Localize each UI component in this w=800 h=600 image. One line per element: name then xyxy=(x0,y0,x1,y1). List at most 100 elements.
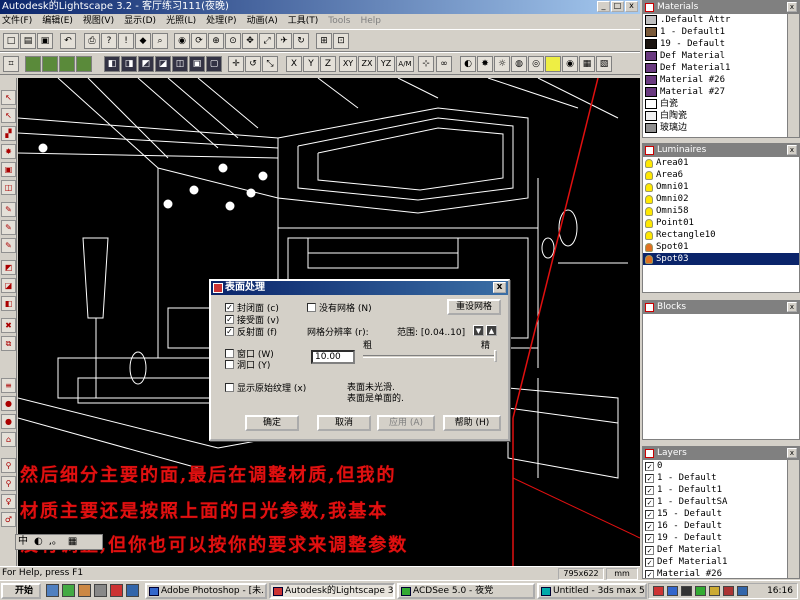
menu-view[interactable]: 视图(V) xyxy=(83,14,114,29)
select-light-icon[interactable]: ✸ xyxy=(1,144,16,159)
figure-icon[interactable]: ♀ xyxy=(1,494,16,509)
layer-item[interactable]: ✓ 1 - Default1 xyxy=(643,484,799,496)
layer-visible-checkbox[interactable]: ✓ xyxy=(645,473,654,483)
undo-icon[interactable]: ↶ xyxy=(60,33,76,49)
no-mesh-checkbox[interactable]: 没有网格 (N) xyxy=(307,301,372,314)
reset-mesh-button[interactable]: 重设网格 xyxy=(447,299,501,315)
layer-visible-checkbox[interactable]: ✓ xyxy=(645,557,654,567)
ime-keyboard-icon[interactable]: ▦ xyxy=(68,535,77,549)
isolate-icon[interactable]: ◧ xyxy=(1,296,16,311)
luminaire-item[interactable]: Omni02 xyxy=(643,193,799,205)
layer-item[interactable]: ✓ 0 xyxy=(643,460,799,472)
orbit-icon[interactable]: ⟳ xyxy=(191,33,207,49)
task-3dsmax[interactable]: Untitled - 3ds max 5 - Sta... xyxy=(537,583,647,599)
zoom-extents-icon[interactable]: ⊞ xyxy=(316,33,332,49)
spin-up-button[interactable]: ▲ xyxy=(486,325,497,336)
save-icon[interactable]: ▣ xyxy=(37,33,53,49)
quicklaunch-ie-icon[interactable] xyxy=(46,584,59,597)
tray-ime-icon[interactable] xyxy=(723,586,734,596)
maximize-button[interactable]: □ xyxy=(611,1,624,12)
ime-lang[interactable]: 中 xyxy=(18,535,28,549)
start-button[interactable]: 开始 xyxy=(1,583,41,599)
quicklaunch-desktop-icon[interactable] xyxy=(62,584,75,597)
solid-icon[interactable] xyxy=(42,56,58,72)
checkbox-unchecked[interactable] xyxy=(225,349,234,358)
axis-zx-button[interactable]: ZX xyxy=(358,56,376,72)
checkbox-unchecked[interactable] xyxy=(307,303,316,312)
layer-visible-checkbox[interactable]: ✓ xyxy=(645,533,654,543)
quicklaunch-folder-icon[interactable] xyxy=(94,584,107,597)
apply-button[interactable]: 应用 (A) xyxy=(377,415,435,431)
cube-view-5-icon[interactable]: ◫ xyxy=(172,56,188,72)
edit-icon[interactable]: ✎ xyxy=(1,202,16,217)
layers-close-button[interactable]: x xyxy=(787,448,797,458)
material-item[interactable]: 玻璃边 xyxy=(643,122,799,134)
ime-moon-icon[interactable]: ◐ xyxy=(34,535,43,549)
cube-view-4-icon[interactable]: ◪ xyxy=(155,56,171,72)
link-icon[interactable]: ∞ xyxy=(436,56,452,72)
luminaire-item[interactable]: Omni01 xyxy=(643,181,799,193)
checkbox-checked[interactable]: ✓ xyxy=(225,303,234,312)
edit-2-icon[interactable]: ✎ xyxy=(1,220,16,235)
quicklaunch-app2-icon[interactable] xyxy=(126,584,139,597)
edit-3-icon[interactable]: ✎ xyxy=(1,238,16,253)
ime-punct-icon[interactable]: ,。 xyxy=(49,535,62,549)
layer-visible-checkbox[interactable]: ✓ xyxy=(645,545,654,555)
material-item[interactable]: Def Material xyxy=(643,50,799,62)
layer-item[interactable]: ✓ Def Material xyxy=(643,544,799,556)
layer-item[interactable]: ✓ 1 - DefaultSA xyxy=(643,496,799,508)
tray-app-icon[interactable] xyxy=(653,586,664,596)
material-item[interactable]: Material #27 xyxy=(643,86,799,98)
checkbox-checked[interactable]: ✓ xyxy=(225,315,234,324)
outline-icon[interactable] xyxy=(59,56,75,72)
axis-am-button[interactable]: A/M xyxy=(396,56,414,72)
opening-checkbox[interactable]: 洞口 (Y) xyxy=(225,358,270,371)
render-icon[interactable]: ◍ xyxy=(511,56,527,72)
move-icon[interactable]: ✛ xyxy=(228,56,244,72)
blocks-close-button[interactable]: x xyxy=(787,302,797,312)
help-button[interactable]: 帮助 (H) xyxy=(443,415,501,431)
select-block-icon[interactable]: ▣ xyxy=(1,162,16,177)
luminaires-close-button[interactable]: x xyxy=(787,145,797,155)
select-mode-icon[interactable]: ⌗ xyxy=(3,56,19,72)
axis-xy-button[interactable]: XY xyxy=(339,56,357,72)
cube-view-3-icon[interactable]: ◩ xyxy=(138,56,154,72)
menu-help[interactable]: Help xyxy=(360,14,381,29)
layer-visible-checkbox[interactable]: ✓ xyxy=(645,485,654,495)
select-arrow-2-icon[interactable]: ↖ xyxy=(1,108,16,123)
light-icon[interactable]: ✸ xyxy=(477,56,493,72)
help-icon[interactable]: ? xyxy=(101,33,117,49)
menu-file[interactable]: 文件(F) xyxy=(2,14,32,29)
tray-volume-icon[interactable] xyxy=(709,586,720,596)
close-button[interactable]: x xyxy=(625,1,638,12)
axis-yz-button[interactable]: YZ xyxy=(377,56,395,72)
zoom-icon[interactable]: ⊙ xyxy=(225,33,241,49)
quicklaunch-media-icon[interactable] xyxy=(78,584,91,597)
layer-visible-checkbox[interactable]: ✓ xyxy=(645,521,654,531)
find-icon[interactable]: ⌕ xyxy=(152,33,168,49)
mesh-resolution-input[interactable]: 10.00 xyxy=(311,350,355,364)
luminaire-item[interactable]: Rectangle10 xyxy=(643,229,799,241)
luminaire-item[interactable]: Spot01 xyxy=(643,241,799,253)
select-layer-icon[interactable]: ◫ xyxy=(1,180,16,195)
walk-tool-2-icon[interactable]: ⚲ xyxy=(1,476,16,491)
hide-icon[interactable]: ◩ xyxy=(1,260,16,275)
eye-icon[interactable]: ◉ xyxy=(174,33,190,49)
task-lightscape[interactable]: Autodesk的Lightscape 3.... xyxy=(269,583,395,599)
print-icon[interactable]: ⎙ xyxy=(84,33,100,49)
axis-x-button[interactable]: X xyxy=(286,56,302,72)
luminaire-item[interactable]: Area6 xyxy=(643,169,799,181)
layer-visible-checkbox[interactable]: ✓ xyxy=(645,497,654,507)
scale-icon[interactable]: ⤡ xyxy=(262,56,278,72)
checkbox-unchecked[interactable] xyxy=(225,360,234,369)
green-tool-icon[interactable]: ● xyxy=(1,396,16,411)
settings-icon[interactable]: ◆ xyxy=(135,33,151,49)
luminaire-item[interactable]: Spot03 xyxy=(643,253,799,265)
layer-item[interactable]: ✓ 1 - Default xyxy=(643,472,799,484)
material-item[interactable]: .Default Attr xyxy=(643,14,799,26)
cube-view-1-icon[interactable]: ◧ xyxy=(104,56,120,72)
dialog-close-button[interactable]: x xyxy=(493,282,506,293)
menu-process[interactable]: 处理(P) xyxy=(206,14,236,29)
menu-tools-cn[interactable]: 工具(T) xyxy=(288,14,319,29)
luminaire-item[interactable]: Point01 xyxy=(643,217,799,229)
